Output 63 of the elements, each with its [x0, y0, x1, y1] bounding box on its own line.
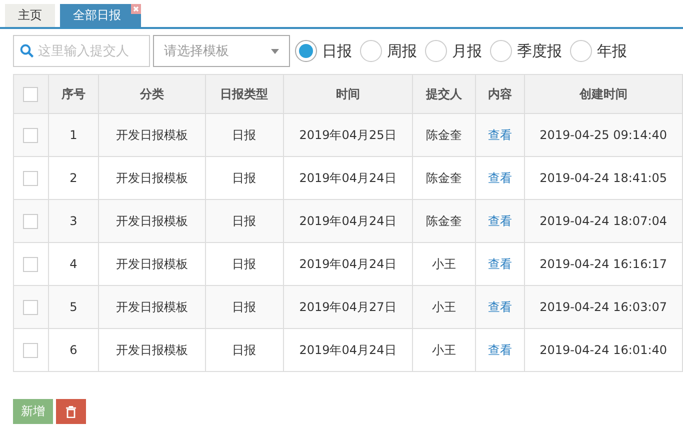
radio-button[interactable]: [295, 40, 317, 62]
table-cell: 日报: [205, 286, 284, 328]
table-cell: 1: [48, 114, 99, 156]
search-field[interactable]: 这里输入提交人: [13, 35, 150, 67]
template-dropdown[interactable]: 请选择模板: [153, 35, 290, 67]
radio-option[interactable]: 季度报: [490, 40, 562, 62]
column-header: 创建时间: [524, 74, 682, 114]
table-cell: 小王: [412, 286, 476, 328]
delete-button[interactable]: [56, 399, 86, 424]
table-cell: 2019年04月24日: [283, 200, 412, 242]
radio-button[interactable]: [425, 40, 447, 62]
trash-icon: [66, 406, 76, 418]
table-cell: 2019-04-24 16:01:40: [524, 328, 682, 372]
column-header: 内容: [476, 74, 524, 114]
view-link[interactable]: 查看: [488, 170, 512, 184]
checkbox[interactable]: [23, 170, 38, 186]
table-cell: 2019-04-24 16:03:07: [524, 286, 682, 328]
table-cell: 日报: [205, 200, 284, 242]
table-cell: 2019年04月25日: [283, 114, 412, 156]
table-cell: 陈金奎: [412, 200, 476, 242]
checkbox[interactable]: [23, 86, 38, 102]
table-cell: 2019-04-24 18:07:04: [524, 200, 682, 242]
view-link[interactable]: 查看: [488, 300, 512, 314]
table-cell: 开发日报模板: [98, 114, 206, 156]
view-link[interactable]: 查看: [488, 128, 512, 142]
column-header: 时间: [283, 74, 412, 114]
table-cell: 日报: [205, 328, 284, 372]
table-cell: 2019-04-25 09:14:40: [524, 114, 682, 156]
checkbox[interactable]: [23, 342, 38, 358]
table-cell: 5: [48, 286, 99, 328]
column-header: 日报类型: [205, 74, 284, 114]
tab[interactable]: 主页: [5, 4, 55, 27]
column-header: 提交人: [412, 74, 476, 114]
add-button[interactable]: 新增: [13, 399, 53, 424]
checkbox[interactable]: [23, 256, 38, 272]
view-link[interactable]: 查看: [488, 214, 512, 228]
table-cell: 3: [48, 200, 99, 242]
view-link[interactable]: 查看: [488, 256, 512, 270]
table-cell: 开发日报模板: [98, 286, 206, 328]
radio-option[interactable]: 年报: [570, 40, 627, 62]
radio-option[interactable]: 日报: [295, 40, 352, 62]
table-cell: 开发日报模板: [98, 328, 206, 372]
radio-option[interactable]: 周报: [360, 40, 417, 62]
table-cell: 日报: [205, 114, 284, 156]
column-header: 序号: [48, 74, 99, 114]
table-cell: 6: [48, 328, 99, 372]
column-header: 分类: [98, 74, 206, 114]
view-link[interactable]: 查看: [488, 342, 512, 356]
radio-button[interactable]: [360, 40, 382, 62]
checkbox[interactable]: [23, 214, 38, 229]
radio-option[interactable]: 月报: [425, 40, 482, 62]
checkbox[interactable]: [23, 300, 38, 315]
caret-icon: [271, 48, 279, 54]
radio-button[interactable]: [570, 40, 592, 62]
tab[interactable]: 全部日报: [60, 4, 141, 27]
table-cell: 小王: [412, 328, 476, 372]
radio-button[interactable]: [490, 40, 512, 62]
table-cell: 2019年04月27日: [283, 286, 412, 328]
table-cell: 2019年04月24日: [283, 328, 412, 372]
table-cell: 陈金奎: [412, 114, 476, 156]
checkbox[interactable]: [23, 128, 38, 143]
table-cell: 开发日报模板: [98, 200, 206, 242]
close-icon[interactable]: [131, 4, 141, 14]
